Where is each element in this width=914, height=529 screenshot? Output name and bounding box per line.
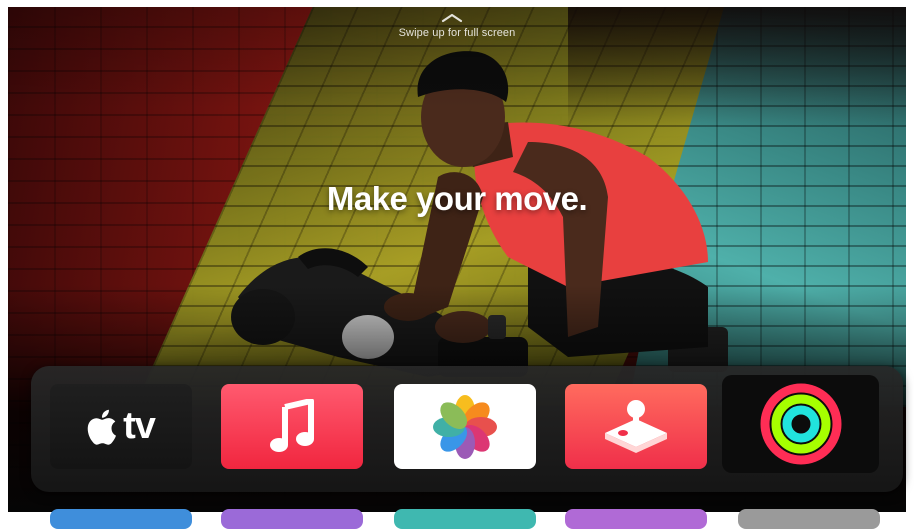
app-tile-arcade[interactable] [565,384,707,469]
app-tile-tv[interactable]: tv [50,384,192,469]
tv-wordmark: tv [123,405,156,447]
app-tile-row2[interactable] [50,509,192,529]
app-tile-row2[interactable] [738,509,880,529]
apple-logo-icon [87,409,117,445]
app-tile-row2[interactable] [565,509,707,529]
app-tile-row2[interactable] [221,509,363,529]
hero-headline: Make your move. [326,180,588,217]
chevron-up-icon [441,13,463,23]
activity-rings-icon [760,383,841,465]
swipe-hint: Swipe up for full screen [398,27,516,39]
joystick-icon [605,399,667,453]
app-tile-row2[interactable] [394,509,536,529]
music-note-icon [270,398,314,452]
app-tile-fitness[interactable] [722,375,879,473]
app-tile-photos[interactable] [394,384,536,469]
app-tile-music[interactable] [221,384,363,469]
photos-flower-icon [433,394,497,459]
